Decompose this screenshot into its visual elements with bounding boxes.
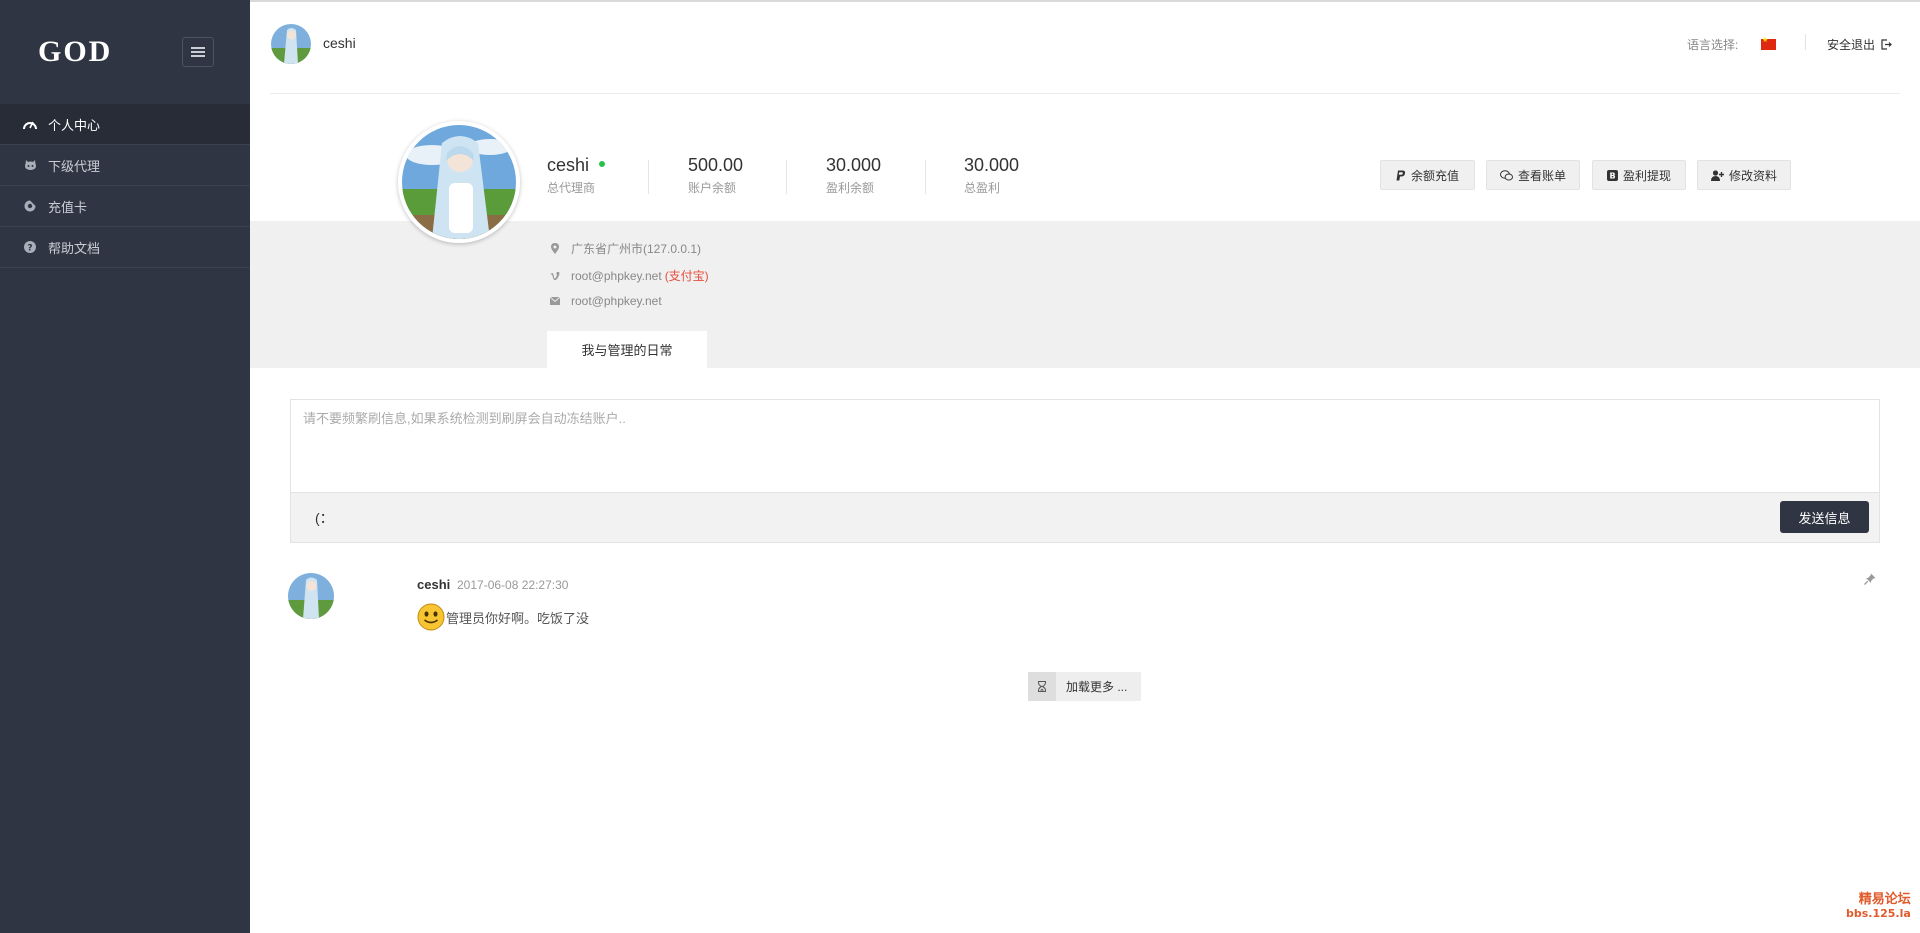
forum-watermark: 精易论坛 bbs.125.la [1846,893,1911,921]
profile-info-band [250,221,1920,368]
email-row: root@phpkey.net [550,294,662,308]
stat-label: 盈利余额 [826,181,875,195]
payment-method: (支付宝) [664,269,709,283]
stat-label: 账户余额 [688,181,737,195]
edit-profile-button[interactable]: 修改资料 [1697,160,1791,190]
recharge-label: 余额充值 [1410,168,1459,183]
language-label: 语言选择: [1687,38,1739,52]
vimeo-icon [550,271,560,281]
message-input[interactable] [291,400,1879,492]
card-icon [23,199,37,213]
edit-profile-label: 修改资料 [1728,168,1777,183]
paypal-icon [1396,170,1406,181]
logo-text: GOD [38,35,113,68]
hourglass-icon [1028,672,1056,701]
stat-value: 30.000 [964,155,1020,175]
header-separator [270,93,1900,94]
watermark-title: 精易论坛 [1858,892,1911,907]
withdraw-label: 盈利提现 [1622,168,1671,183]
stat-value: 500.00 [688,155,744,175]
profile-role: 总代理商 [547,181,596,195]
pin-icon[interactable] [1864,573,1876,588]
message-composer: (： 发送信息 [290,399,1880,543]
logout-button[interactable]: 安全退出 [1827,36,1892,53]
stat-total-profit: 30.000 总盈利 [964,154,1019,196]
sidebar-item-label: 下级代理 [48,158,101,174]
online-status-dot [599,161,606,168]
dashboard-icon [23,117,37,131]
logo[interactable]: GOD [38,35,158,69]
view-bills-button[interactable]: 查看账单 [1486,160,1580,190]
stat-divider [786,160,787,194]
post-content: 管理员你好啊。吃饭了没 [417,603,589,631]
emoji-button[interactable]: (： [315,508,334,528]
header-avatar[interactable] [271,24,311,64]
menu-toggle-button[interactable] [182,37,214,67]
profile-avatar [398,121,520,243]
view-bills-label: 查看账单 [1517,168,1566,183]
tab-daily-with-admin[interactable]: 我与管理的日常 [547,331,707,368]
profile-name: ceshi [547,155,590,175]
stat-profit-balance: 30.000 盈利余额 [826,154,881,196]
sign-out-icon [1881,39,1892,50]
sidebar-item-label: 个人中心 [48,117,101,133]
china-flag-icon[interactable] [1761,36,1776,50]
payment-account: root@phpkey.net [571,268,662,283]
sidebar-item-recharge-card[interactable]: 充值卡 [0,186,250,227]
load-more-label: 加载更多 ... [1066,680,1128,694]
post-timestamp: 2017-06-08 22:27:30 [457,578,569,592]
post-text: 管理员你好啊。吃饭了没 [446,610,590,626]
envelope-icon [550,297,560,305]
email-text: root@phpkey.net [571,294,662,308]
top-header: ceshi 语言选择: 安全退出 [250,2,1920,94]
stat-divider [648,160,649,194]
stat-value: 30.000 [826,155,882,175]
sidebar-item-label: 帮助文档 [48,240,101,256]
github-icon [23,158,37,172]
sidebar-nav: 个人中心 下级代理 充值卡 ? 帮助文档 [0,104,250,268]
user-plus-icon [1710,169,1724,181]
stat-account-balance: 500.00 账户余额 [688,154,743,196]
sidebar-item-label: 充值卡 [48,199,88,215]
map-marker-icon [550,243,560,254]
recharge-button[interactable]: 余额充值 [1380,160,1475,190]
withdraw-button[interactable]: B 盈利提现 [1592,160,1686,190]
sidebar-item-sub-agents[interactable]: 下级代理 [0,145,250,186]
sidebar: GOD 个人中心 下级代理 充值卡 ? 帮助文档 [0,0,250,933]
location-row: 广东省广州市(127.0.0.1) [550,240,701,257]
svg-text:B: B [1609,171,1615,180]
payment-row: root@phpkey.net (支付宝) [550,267,709,284]
send-message-button[interactable]: 发送信息 [1780,501,1869,533]
svg-text:?: ? [27,243,32,253]
bitcoin-icon: B [1606,169,1618,181]
watermark-url: bbs.125.la [1846,907,1911,920]
header-username: ceshi [323,35,356,51]
profile-name-block: ceshi 总代理商 [547,154,606,196]
hamburger-icon [191,47,205,57]
help-icon: ? [23,240,37,254]
post-avatar[interactable] [288,573,334,619]
location-text: 广东省广州市(127.0.0.1) [571,242,702,256]
logout-label: 安全退出 [1827,38,1876,52]
sidebar-item-personal-center[interactable]: 个人中心 [0,104,250,145]
load-more-button[interactable]: 加载更多 ... [1028,672,1141,701]
composer-toolbar: (： 发送信息 [291,492,1879,542]
sidebar-item-help-docs[interactable]: ? 帮助文档 [0,227,250,268]
wechat-icon [1499,169,1513,181]
post-author: ceshi [417,577,451,592]
stat-label: 总盈利 [964,181,1001,195]
stat-divider [925,160,926,194]
header-divider [1805,34,1806,50]
smiley-icon [417,603,445,631]
